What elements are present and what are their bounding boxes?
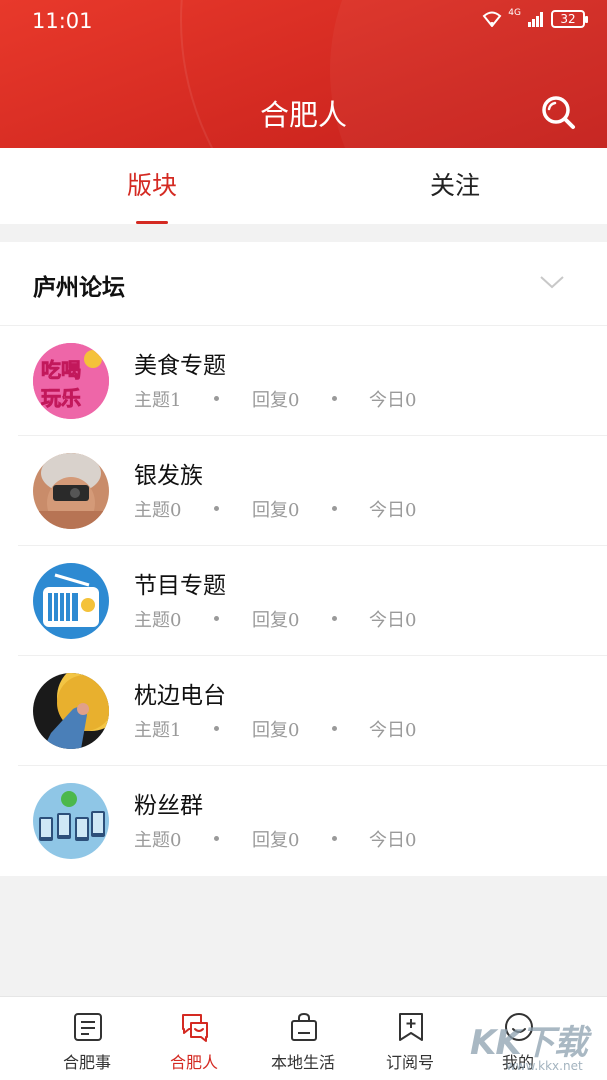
reply-count: 回复0 <box>252 720 300 741</box>
section-header[interactable]: 庐州论坛 <box>0 242 607 326</box>
tab-label: 关注 <box>429 171 480 200</box>
forum-name: 粉丝群 <box>134 793 203 819</box>
nav-hefei-news[interactable]: 合肥事 <box>37 997 137 1080</box>
chat-icon <box>182 1014 208 1042</box>
forum-item-pillow-radio[interactable]: 枕边电台 主题1 回复0 今日0 <box>0 656 607 766</box>
topic-count: 主题1 <box>134 390 182 411</box>
nav-label: 我的 <box>501 1053 534 1072</box>
reply-count: 回复0 <box>252 830 300 851</box>
fans-avatar <box>33 783 109 859</box>
today-count: 今日0 <box>369 830 417 851</box>
wifi-icon <box>482 11 502 27</box>
nav-subscriptions[interactable]: 订阅号 <box>360 997 460 1080</box>
tab-following[interactable]: 关注 <box>355 148 555 224</box>
forum-section: 庐州论坛 吃喝 玩乐 美食专题 主题1 回复0 今日0 银发族 主题0 回复0 … <box>0 242 607 876</box>
today-count: 今日0 <box>369 610 417 631</box>
status-time: 11:01 <box>32 9 93 33</box>
network-label: 4G <box>508 8 521 18</box>
forum-item-silver[interactable]: 银发族 主题0 回复0 今日0 <box>0 436 607 546</box>
nav-label: 本地生活 <box>270 1053 335 1072</box>
nav-local-life[interactable]: 本地生活 <box>253 997 353 1080</box>
forum-name: 节目专题 <box>134 573 226 599</box>
separator-dot <box>214 506 219 511</box>
today-count: 今日0 <box>369 500 417 521</box>
topic-count: 主题1 <box>134 720 182 741</box>
separator-dot <box>332 616 337 621</box>
forum-name: 银发族 <box>134 463 203 489</box>
tab-label: 版块 <box>126 171 177 200</box>
today-count: 今日0 <box>369 390 417 411</box>
separator-dot <box>332 836 337 841</box>
section-title: 庐州论坛 <box>33 275 125 301</box>
page-title: 合肥人 <box>259 98 347 132</box>
smile-icon <box>505 1013 533 1041</box>
nav-mine[interactable]: 我的 <box>468 997 568 1080</box>
elderly-avatar <box>33 453 109 529</box>
reply-count: 回复0 <box>252 610 300 631</box>
tab-bar: 版块 关注 <box>0 148 607 224</box>
topic-count: 主题0 <box>134 830 182 851</box>
shopping-bag-icon <box>291 1012 317 1041</box>
avatar-text: 吃喝 <box>41 358 81 382</box>
reply-count: 回复0 <box>252 500 300 521</box>
news-icon <box>74 1013 102 1041</box>
signal-icon <box>528 12 543 27</box>
forum-item-fans[interactable]: 粉丝群 主题0 回复0 今日0 <box>0 766 607 876</box>
tab-sections[interactable]: 版块 <box>52 148 252 224</box>
nav-label: 合肥事 <box>62 1053 111 1072</box>
nav-label: 订阅号 <box>385 1053 434 1072</box>
chevron-down-icon[interactable] <box>538 272 566 292</box>
status-icons: 4G 32 <box>482 8 588 28</box>
separator-dot <box>332 396 337 401</box>
forum-item-food[interactable]: 吃喝 玩乐 美食专题 主题1 回复0 今日0 <box>0 326 607 436</box>
reply-count: 回复0 <box>252 390 300 411</box>
pillow-radio-avatar <box>33 673 109 749</box>
separator-dot <box>214 726 219 731</box>
app-header: 11:01 4G 32 合肥人 <box>0 0 607 148</box>
forum-item-programs[interactable]: 节目专题 主题0 回复0 今日0 <box>0 546 607 656</box>
bookmark-add-icon <box>399 1013 423 1041</box>
nav-hefei-people[interactable]: 合肥人 <box>144 997 244 1080</box>
separator-dot <box>332 726 337 731</box>
forum-name: 美食专题 <box>134 353 226 379</box>
separator-dot <box>214 616 219 621</box>
avatar-text: 玩乐 <box>41 386 81 410</box>
tab-indicator <box>136 221 168 224</box>
search-icon[interactable] <box>538 92 578 132</box>
nav-label: 合肥人 <box>169 1053 218 1072</box>
bottom-nav: 合肥事 合肥人 本地生活 订阅号 我的 <box>0 996 607 1080</box>
topic-count: 主题0 <box>134 610 182 631</box>
today-count: 今日0 <box>369 720 417 741</box>
forum-name: 枕边电台 <box>134 683 226 709</box>
separator-dot <box>214 396 219 401</box>
topic-count: 主题0 <box>134 500 182 521</box>
radio-avatar <box>33 563 109 639</box>
battery-indicator: 32 <box>551 10 588 28</box>
separator-dot <box>214 836 219 841</box>
food-avatar: 吃喝 玩乐 <box>33 343 109 419</box>
separator-dot <box>332 506 337 511</box>
